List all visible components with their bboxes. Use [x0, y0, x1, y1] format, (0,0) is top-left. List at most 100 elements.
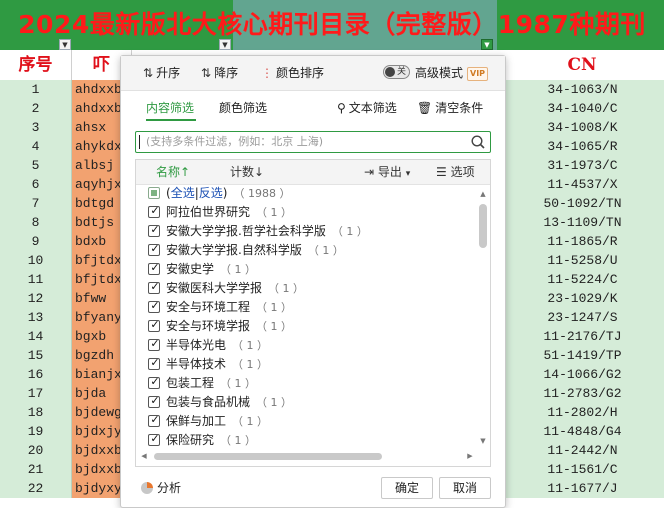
- scroll-right-icon[interactable]: ▶: [466, 452, 474, 460]
- cell-cn[interactable]: 11-5224/C: [500, 270, 664, 289]
- item-checkbox[interactable]: ✓: [148, 375, 160, 389]
- cell-seq[interactable]: 13: [0, 308, 72, 327]
- scroll-down-icon[interactable]: ▼: [479, 437, 487, 445]
- cell-seq[interactable]: 22: [0, 479, 72, 498]
- clear-conditions-button[interactable]: 🗑 清空条件: [417, 100, 483, 116]
- select-all-checkbox[interactable]: [148, 187, 160, 199]
- item-checkbox[interactable]: ✓: [148, 356, 160, 370]
- list-item[interactable]: ✓ 安徽史学 （ 1 ）: [136, 260, 476, 279]
- cell-seq[interactable]: 6: [0, 175, 72, 194]
- item-checkbox[interactable]: ✓: [148, 204, 160, 218]
- list-item[interactable]: ✓ 安徽大学学报.自然科学版 （ 1 ）: [136, 241, 476, 260]
- cell-cn[interactable]: 51-1419/TP: [500, 346, 664, 365]
- header-seq[interactable]: 序号: [0, 50, 72, 80]
- item-checkbox[interactable]: ✓: [148, 242, 160, 256]
- cell-cn[interactable]: 11-1561/C: [500, 460, 664, 479]
- export-button[interactable]: ⇥ 导出 ▾: [364, 164, 410, 182]
- cell-cn[interactable]: 34-1008/K: [500, 118, 664, 137]
- item-checkbox[interactable]: ✓: [148, 413, 160, 427]
- select-all-link[interactable]: 全选: [171, 186, 195, 200]
- cell-seq[interactable]: 17: [0, 384, 72, 403]
- cell-seq[interactable]: 3: [0, 118, 72, 137]
- search-icon[interactable]: [470, 134, 486, 150]
- cell-cn[interactable]: 50-1092/TN: [500, 194, 664, 213]
- sort-asc-button[interactable]: ⇅ 升序: [143, 64, 180, 82]
- horizontal-scrollbar[interactable]: ◀ ▶: [136, 447, 490, 466]
- filter-dropdown-icon[interactable]: ▼: [219, 39, 231, 50]
- item-checkbox[interactable]: ✓: [148, 432, 160, 446]
- cell-cn[interactable]: 11-5258/U: [500, 251, 664, 270]
- invert-selection-link[interactable]: 反选: [199, 186, 223, 200]
- vertical-scroll-thumb[interactable]: [479, 204, 487, 248]
- cell-cn[interactable]: 11-1865/R: [500, 232, 664, 251]
- cell-seq[interactable]: 14: [0, 327, 72, 346]
- item-checkbox[interactable]: ✓: [148, 337, 160, 351]
- cell-cn[interactable]: 14-1066/G2: [500, 365, 664, 384]
- cell-cn[interactable]: 11-2802/H: [500, 403, 664, 422]
- item-checkbox[interactable]: ✓: [148, 261, 160, 275]
- filter-dropdown-icon[interactable]: ▼: [59, 39, 71, 50]
- cell-seq[interactable]: 10: [0, 251, 72, 270]
- cell-cn[interactable]: 11-4848/G4: [500, 422, 664, 441]
- header-cn[interactable]: CN: [500, 50, 664, 80]
- cell-seq[interactable]: 1: [0, 80, 72, 99]
- cell-cn[interactable]: 23-1029/K: [500, 289, 664, 308]
- tab-content-filter[interactable]: 内容筛选: [146, 100, 194, 116]
- list-item[interactable]: ✓ 包装工程 （ 1 ）: [136, 374, 476, 393]
- analysis-button[interactable]: 分析: [141, 480, 181, 496]
- cell-seq[interactable]: 20: [0, 441, 72, 460]
- item-checkbox[interactable]: ✓: [148, 394, 160, 408]
- options-button[interactable]: ☰ 选项: [436, 164, 475, 180]
- scroll-up-icon[interactable]: ▲: [479, 190, 487, 198]
- cell-cn[interactable]: 11-2176/TJ: [500, 327, 664, 346]
- cell-seq[interactable]: 12: [0, 289, 72, 308]
- cell-cn[interactable]: 34-1065/R: [500, 137, 664, 156]
- item-checkbox[interactable]: ✓: [148, 318, 160, 332]
- cell-seq[interactable]: 19: [0, 422, 72, 441]
- cell-seq[interactable]: 4: [0, 137, 72, 156]
- cell-seq[interactable]: 11: [0, 270, 72, 289]
- horizontal-scroll-thumb[interactable]: [154, 453, 382, 460]
- scroll-left-icon[interactable]: ◀: [140, 452, 148, 460]
- sort-by-name-button[interactable]: 名称↑: [156, 164, 190, 180]
- cell-cn[interactable]: 23-1247/S: [500, 308, 664, 327]
- ok-button[interactable]: 确定: [381, 477, 433, 499]
- list-item[interactable]: ✓ 安徽医科大学学报 （ 1 ）: [136, 279, 476, 298]
- cell-cn[interactable]: 11-1677/J: [500, 479, 664, 498]
- list-item[interactable]: ✓ 保鲜与加工 （ 1 ）: [136, 412, 476, 431]
- list-item[interactable]: ✓ 安全与环境学报 （ 1 ）: [136, 317, 476, 336]
- cell-seq[interactable]: 15: [0, 346, 72, 365]
- text-filter-button[interactable]: ⚲ 文本筛选: [337, 100, 397, 116]
- list-item[interactable]: ✓ 保险研究 （ 1 ）: [136, 431, 476, 446]
- advanced-mode-toggle[interactable]: 关: [383, 65, 410, 79]
- cancel-button[interactable]: 取消: [439, 477, 491, 499]
- cell-seq[interactable]: 16: [0, 365, 72, 384]
- cell-cn[interactable]: 11-2442/N: [500, 441, 664, 460]
- cell-cn[interactable]: 11-4537/X: [500, 175, 664, 194]
- item-checkbox[interactable]: ✓: [148, 299, 160, 313]
- cell-cn[interactable]: 31-1973/C: [500, 156, 664, 175]
- cell-cn[interactable]: 34-1040/C: [500, 99, 664, 118]
- sort-desc-button[interactable]: ⇅ 降序: [201, 64, 238, 82]
- cell-cn[interactable]: 34-1063/N: [500, 80, 664, 99]
- search-input[interactable]: (支持多条件过滤，例如：北京 上海): [135, 131, 491, 153]
- select-all-row[interactable]: (全选|反选) （ 1988 ）: [136, 184, 476, 203]
- vertical-scrollbar[interactable]: ▲ ▼: [478, 190, 488, 445]
- sort-by-count-button[interactable]: 计数↓: [230, 164, 264, 180]
- cell-seq[interactable]: 8: [0, 213, 72, 232]
- cell-cn[interactable]: 13-1109/TN: [500, 213, 664, 232]
- item-checkbox[interactable]: ✓: [148, 223, 160, 237]
- list-item[interactable]: ✓ 包装与食品机械 （ 1 ）: [136, 393, 476, 412]
- list-item[interactable]: ✓ 安徽大学学报.哲学社会科学版 （ 1 ）: [136, 222, 476, 241]
- cell-seq[interactable]: 5: [0, 156, 72, 175]
- filter-active-icon[interactable]: ▼: [481, 39, 493, 50]
- item-checkbox[interactable]: ✓: [148, 280, 160, 294]
- list-item[interactable]: ✓ 半导体技术 （ 1 ）: [136, 355, 476, 374]
- list-item[interactable]: ✓ 安全与环境工程 （ 1 ）: [136, 298, 476, 317]
- tab-color-filter[interactable]: 颜色筛选: [219, 100, 267, 116]
- list-item[interactable]: ✓ 半导体光电 （ 1 ）: [136, 336, 476, 355]
- list-item[interactable]: ✓ 阿拉伯世界研究 （ 1 ）: [136, 203, 476, 222]
- color-sort-button[interactable]: ⋮ 颜色排序: [261, 64, 324, 82]
- cell-seq[interactable]: 21: [0, 460, 72, 479]
- cell-seq[interactable]: 7: [0, 194, 72, 213]
